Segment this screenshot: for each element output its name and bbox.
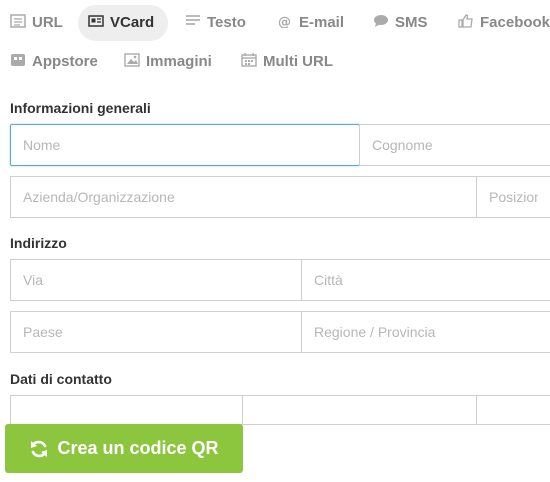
tab-multi-url[interactable]: Multi URL <box>231 44 343 80</box>
tab-label: Facebook <box>480 14 550 31</box>
tab-sms[interactable]: SMS <box>363 5 438 41</box>
tab-email[interactable]: @ E-mail <box>267 5 354 41</box>
image-icon <box>124 53 140 67</box>
chat-bubble-icon <box>373 14 389 28</box>
svg-text:@: @ <box>278 15 291 28</box>
document-icon <box>10 14 26 28</box>
tab-immagini[interactable]: Immagini <box>114 44 222 80</box>
contact-field-2[interactable] <box>242 395 477 425</box>
contact-field-3[interactable] <box>476 395 550 425</box>
qr-type-tabs: URL VCard Testo @ E-mail SMS Facebook App… <box>0 0 550 90</box>
region-field[interactable] <box>301 311 550 353</box>
app-icon <box>10 53 26 67</box>
tab-url[interactable]: URL <box>0 5 73 41</box>
tab-label: Multi URL <box>263 53 333 70</box>
city-field[interactable] <box>301 259 550 301</box>
position-field[interactable] <box>476 176 550 218</box>
tab-label: E-mail <box>299 14 345 31</box>
thumbs-up-icon <box>458 14 474 28</box>
street-field[interactable] <box>10 259 302 301</box>
tab-label: URL <box>32 14 63 31</box>
tab-label: Appstore <box>32 53 98 70</box>
tab-label: Testo <box>207 14 246 31</box>
refresh-icon <box>29 439 49 459</box>
tab-label: SMS <box>395 14 428 31</box>
tab-appstore[interactable]: Appstore <box>0 44 108 80</box>
company-field[interactable] <box>10 176 477 218</box>
tab-label: VCard <box>110 14 155 31</box>
calendar-icon <box>241 53 257 67</box>
tab-label: Immagini <box>146 53 212 70</box>
tab-facebook[interactable]: Facebook <box>448 5 550 41</box>
create-qr-code-button[interactable]: Crea un codice QR <box>5 424 243 473</box>
contact-field-1[interactable] <box>10 395 243 425</box>
first-name-field[interactable] <box>10 124 360 166</box>
create-qr-code-label: Crea un codice QR <box>57 438 219 458</box>
last-name-field[interactable] <box>359 124 550 166</box>
country-field[interactable] <box>10 311 302 353</box>
section-title-general: Informazioni generali <box>10 100 151 116</box>
tab-vcard[interactable]: VCard <box>78 5 168 41</box>
at-sign-icon: @ <box>277 14 293 28</box>
id-card-icon <box>88 14 104 28</box>
tab-testo[interactable]: Testo <box>175 5 256 41</box>
section-title-contact: Dati di contatto <box>10 371 112 387</box>
section-title-address: Indirizzo <box>10 235 67 251</box>
text-lines-icon <box>185 14 201 28</box>
